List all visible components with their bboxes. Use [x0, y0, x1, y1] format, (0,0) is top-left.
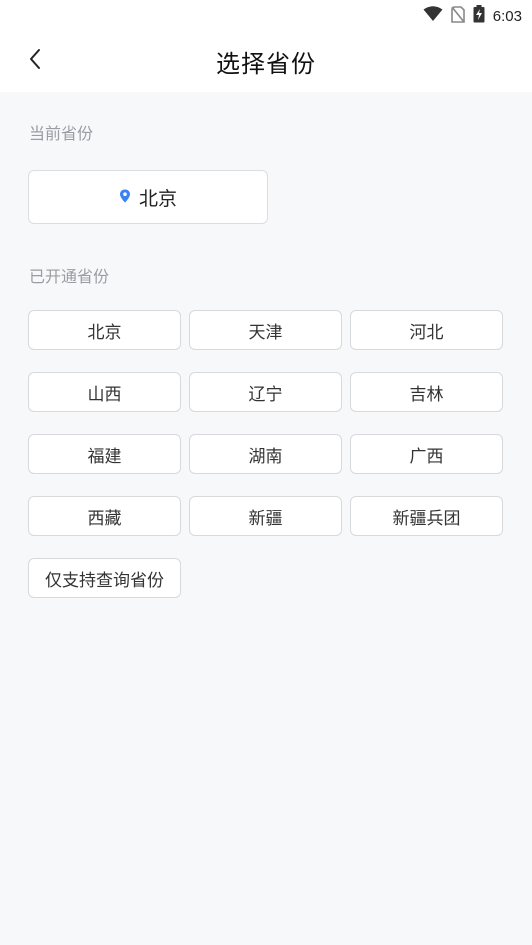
province-button[interactable]: 西藏 [28, 496, 181, 536]
province-button[interactable]: 天津 [189, 310, 342, 350]
province-button[interactable]: 山西 [28, 372, 181, 412]
province-button[interactable]: 福建 [28, 434, 181, 474]
province-button[interactable]: 河北 [350, 310, 503, 350]
status-icons: 6:03 [423, 5, 522, 27]
current-province-name: 北京 [138, 187, 177, 210]
province-button[interactable]: 辽宁 [189, 372, 342, 412]
current-province-button[interactable]: 北京 [28, 170, 268, 224]
status-bar: 6:03 [0, 0, 532, 30]
status-time: 6:03 [492, 7, 522, 25]
province-button[interactable]: 北京 [28, 310, 181, 350]
query-only-provinces-button[interactable]: 仅支持查询省份 [28, 558, 181, 598]
province-button[interactable]: 新疆 [189, 496, 342, 536]
no-sim-icon [450, 5, 465, 27]
header: 选择省份 [0, 30, 532, 92]
province-grid: 北京 天津 河北 山西 辽宁 吉林 福建 湖南 广西 西藏 新疆 新疆兵团 仅支… [28, 310, 504, 598]
wifi-icon [423, 6, 443, 26]
location-pin-icon [119, 188, 131, 207]
battery-charging-icon [473, 5, 485, 27]
page-title: 选择省份 [216, 50, 316, 78]
province-button[interactable]: 新疆兵团 [350, 496, 503, 536]
province-button[interactable]: 广西 [350, 434, 503, 474]
content: 当前省份 北京 已开通省份 北京 天津 河北 山西 辽宁 吉林 福建 湖南 广西… [0, 92, 532, 945]
province-button[interactable]: 湖南 [189, 434, 342, 474]
province-button[interactable]: 吉林 [350, 372, 503, 412]
current-province-label: 当前省份 [29, 124, 94, 143]
opened-provinces-label: 已开通省份 [29, 267, 110, 286]
